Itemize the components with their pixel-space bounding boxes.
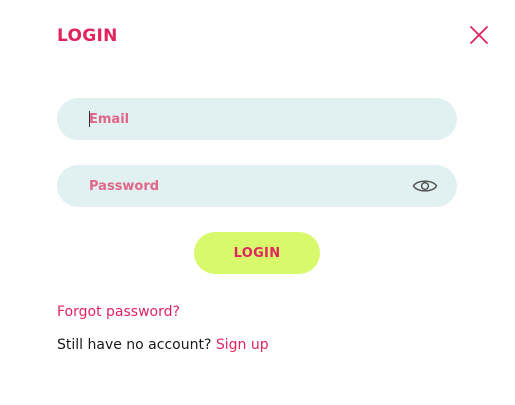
eye-icon [412,180,438,192]
sign-up-link[interactable]: Sign up [216,337,269,353]
signup-prompt: Still have no account? Sign up [57,337,269,353]
no-account-text: Still have no account? [57,337,212,353]
forgot-password-link[interactable]: Forgot password? [57,304,180,320]
close-icon [470,26,488,44]
login-button[interactable]: LOGIN [194,232,320,274]
text-caret [89,111,90,127]
email-input[interactable] [89,98,389,140]
password-input[interactable] [89,165,389,207]
modal-title: LOGIN [57,26,118,46]
close-button[interactable] [468,24,490,46]
email-field-container [57,98,457,140]
login-modal: LOGIN LOGIN Forgot password? Still have … [0,0,515,405]
password-field-container [57,165,457,207]
toggle-password-visibility-button[interactable] [412,176,438,196]
